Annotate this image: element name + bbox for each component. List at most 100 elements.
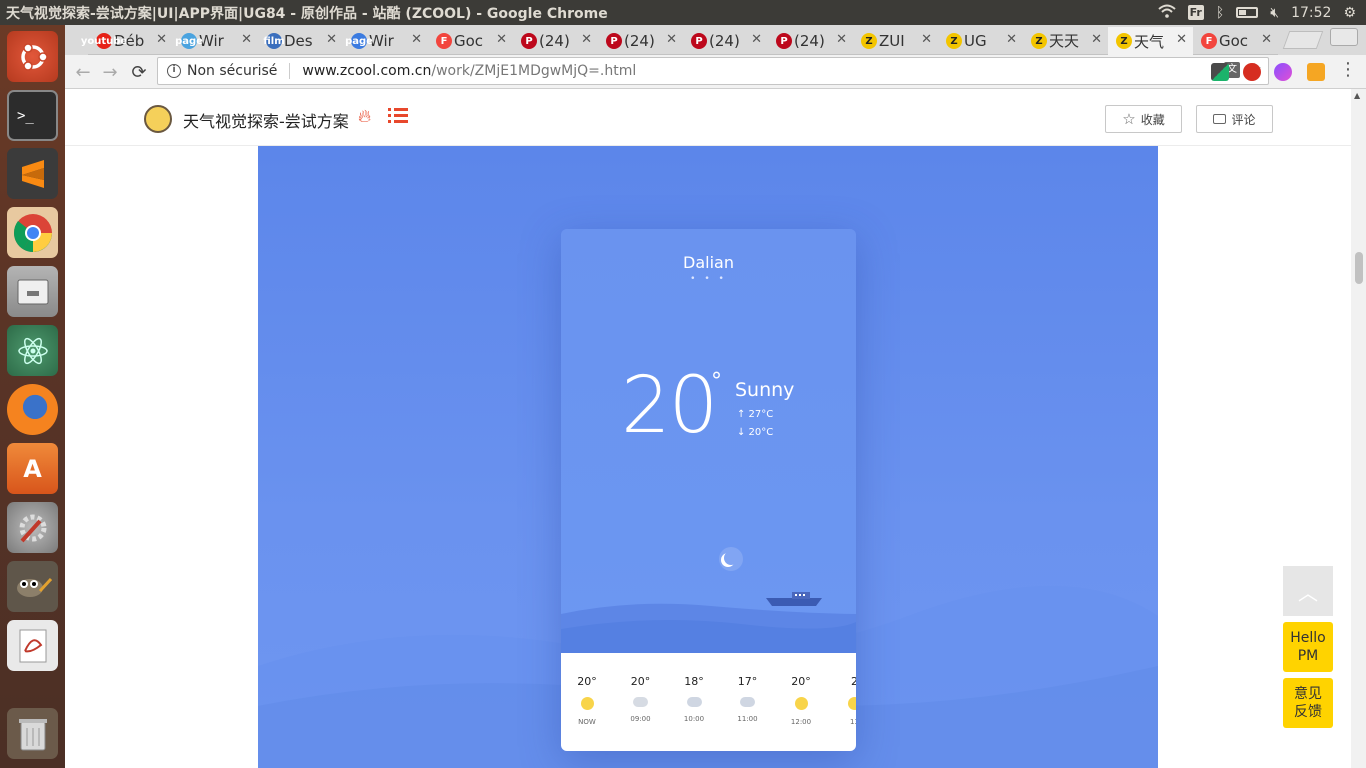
address-bar[interactable]: i Non sécurisé www.zcool.com.cn /work/ZM…	[157, 57, 1269, 85]
Z-favicon-icon: Z	[1031, 33, 1047, 49]
files-icon[interactable]	[7, 266, 58, 317]
document-viewer-icon[interactable]	[7, 620, 58, 671]
back-to-top-button[interactable]: ︿	[1283, 566, 1333, 616]
degree-symbol: °	[711, 369, 722, 394]
close-tab-icon[interactable]: ✕	[1261, 32, 1272, 47]
browser-tab[interactable]: Z 天气 ✕	[1108, 27, 1193, 55]
tab-label: Goc	[1219, 31, 1249, 50]
gear-icon[interactable]: ⚙	[1343, 5, 1356, 21]
sublime-text-icon[interactable]	[7, 148, 58, 199]
atom-icon[interactable]	[7, 325, 58, 376]
forecast-temp: 2	[851, 675, 856, 688]
browser-tab[interactable]: page Wir ✕	[173, 27, 258, 55]
zcool-logo[interactable]	[144, 105, 172, 133]
comment-button[interactable]: 评论	[1196, 105, 1273, 133]
profile-icon[interactable]	[1330, 28, 1358, 46]
browser-tab[interactable]: P (24) ✕	[598, 27, 683, 55]
hourly-forecast[interactable]: 20° NOW 20° 09:00 18° 10:00 17° 11:00 20° 12:00 2 1…	[561, 653, 856, 751]
tab-label: (24)	[794, 31, 825, 50]
work-title: 天气视觉探索-尝试方案	[183, 112, 349, 131]
bluetooth-icon[interactable]: ᛒ	[1216, 5, 1224, 21]
page-scrollbar[interactable]: ▲	[1351, 89, 1366, 768]
clock[interactable]: 17:52	[1291, 5, 1331, 21]
tab-label: 天气	[1134, 32, 1165, 51]
forecast-time: 13	[850, 718, 856, 726]
close-tab-icon[interactable]: ✕	[411, 32, 422, 47]
browser-tab[interactable]: youtube Déb ✕	[81, 27, 173, 55]
tab-label: (24)	[709, 31, 740, 50]
browser-tab[interactable]: Z UG ✕	[938, 27, 1023, 55]
close-tab-icon[interactable]: ✕	[496, 32, 507, 47]
adblock-extension-icon[interactable]	[1243, 63, 1261, 81]
eyedropper-extension-icon[interactable]	[1211, 63, 1229, 81]
browser-tab[interactable]: F Goc ✕	[1193, 27, 1278, 55]
browser-tab[interactable]: F Goc ✕	[428, 27, 513, 55]
close-tab-icon[interactable]: ✕	[326, 32, 337, 47]
browser-tab[interactable]: P (24) ✕	[513, 27, 598, 55]
forecast-temp: 17°	[737, 675, 758, 688]
moon-icon	[724, 551, 738, 565]
browser-tab-bar: youtube Déb ✕ page Wir ✕ film Des ✕ page Wir ✕ F Goc ✕…	[65, 25, 1366, 55]
chrome-menu-icon[interactable]: ⋮	[1339, 61, 1357, 79]
system-settings-icon[interactable]	[7, 502, 58, 553]
firefox-icon[interactable]	[7, 384, 58, 435]
forecast-time: 12:00	[790, 718, 812, 726]
weather-app-card: Dalian • • • 20 ° Sunny ↑ 27°C ↓ 20°C 20…	[561, 229, 856, 751]
keyboard-layout-indicator[interactable]: Fr	[1187, 5, 1204, 20]
info-icon[interactable]: i	[167, 64, 181, 78]
forward-button[interactable]: →	[98, 60, 122, 84]
tab-label: 天天	[1049, 32, 1080, 50]
weather-condition: Sunny	[735, 379, 795, 401]
browser-tab[interactable]: Z ZUI ✕	[853, 27, 938, 55]
wifi-icon[interactable]	[1157, 4, 1176, 22]
forecast-hour: 20° 12:00	[781, 675, 821, 726]
forecast-temp: 18°	[684, 675, 704, 688]
close-tab-icon[interactable]: ✕	[836, 32, 847, 47]
page-indicator[interactable]: • • •	[561, 274, 856, 284]
close-tab-icon[interactable]: ✕	[1006, 32, 1017, 47]
feedback-label: 意见反馈	[1294, 686, 1322, 720]
scroll-up-icon[interactable]: ▲	[1354, 91, 1360, 100]
close-tab-icon[interactable]: ✕	[1091, 32, 1102, 47]
close-tab-icon[interactable]: ✕	[666, 32, 677, 47]
forecast-time: 09:00	[630, 715, 651, 723]
browser-tab[interactable]: page Wir ✕	[343, 27, 428, 55]
software-center-icon[interactable]: A	[7, 443, 58, 494]
scrollbar-thumb[interactable]	[1355, 252, 1363, 284]
favorite-button[interactable]: ☆ 收藏	[1105, 105, 1182, 133]
Z-favicon-icon: Z	[1116, 33, 1132, 49]
close-tab-icon[interactable]: ✕	[241, 32, 252, 47]
hello-pm-label: Hello PM	[1290, 630, 1326, 664]
close-tab-icon[interactable]: ✕	[921, 32, 932, 47]
new-tab-button[interactable]	[1282, 31, 1324, 49]
browser-tab[interactable]: film Des ✕	[258, 27, 343, 55]
feedback-button[interactable]: 意见反馈	[1283, 678, 1333, 728]
browser-tab[interactable]: Z 天天 ✕	[1023, 27, 1108, 55]
close-tab-icon[interactable]: ✕	[156, 32, 167, 47]
list-menu-icon[interactable]	[388, 108, 408, 124]
browser-tab[interactable]: P (24) ✕	[768, 27, 853, 55]
close-tab-icon[interactable]: ✕	[581, 32, 592, 47]
reload-button[interactable]: ⟳	[127, 60, 151, 84]
tab-label: Goc	[454, 31, 484, 50]
cloud-sun-icon	[686, 697, 702, 707]
forecast-time: 10:00	[683, 715, 705, 723]
terminal-icon[interactable]: >_	[7, 90, 58, 141]
url-host: www.zcool.com.cn	[302, 63, 432, 79]
profile-extension-icon[interactable]	[1307, 63, 1325, 81]
volume-muted-icon[interactable]: 🔇︎	[1270, 5, 1279, 21]
color-extension-icon[interactable]	[1274, 63, 1292, 81]
ubuntu-dash-icon[interactable]	[7, 31, 58, 82]
P-favicon-icon: P	[521, 33, 537, 49]
close-tab-icon[interactable]: ✕	[751, 32, 762, 47]
trash-icon[interactable]	[7, 708, 58, 759]
comment-icon	[1213, 114, 1227, 124]
browser-tab[interactable]: P (24) ✕	[683, 27, 768, 55]
hello-pm-button[interactable]: Hello PM	[1283, 622, 1333, 672]
chrome-icon[interactable]	[7, 207, 58, 258]
close-tab-icon[interactable]: ✕	[1176, 32, 1187, 47]
work-header: 天气视觉探索-尝试方案 🔥︎ ☆ 收藏 评论	[65, 89, 1351, 146]
back-button[interactable]: ←	[71, 60, 95, 84]
battery-icon[interactable]	[1236, 7, 1259, 18]
gimp-icon[interactable]	[7, 561, 58, 612]
